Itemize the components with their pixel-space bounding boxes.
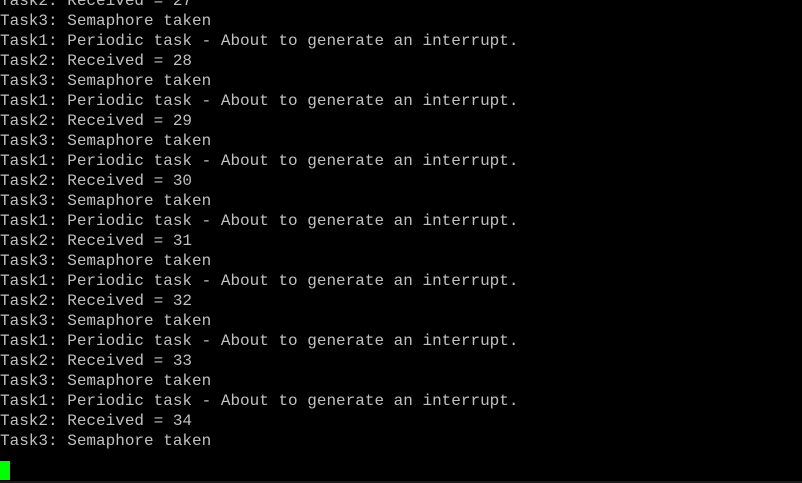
terminal-line: Task2: Received = 28	[0, 52, 193, 70]
terminal-line: Task1: Periodic task - About to generate…	[0, 212, 519, 230]
terminal-line: Task3: Semaphore taken	[0, 372, 212, 390]
terminal-line: Task1: Periodic task - About to generate…	[0, 332, 519, 350]
terminal-line: Task3: Semaphore taken	[0, 192, 212, 210]
terminal-line: Task1: Periodic task - About to generate…	[0, 392, 519, 410]
terminal-line: Task2: Received = 32	[0, 292, 193, 310]
terminal-line: Task1: Periodic task - About to generate…	[0, 152, 519, 170]
terminal-line: Task1: Periodic task - About to generate…	[0, 92, 519, 110]
terminal-line: Task3: Semaphore taken	[0, 252, 212, 270]
terminal-line: Task1: Periodic task - About to generate…	[0, 32, 519, 50]
terminal-line: Task3: Semaphore taken	[0, 432, 212, 450]
terminal-window[interactable]: Task2: Received = 27 Task3: Semaphore tak…	[0, 0, 802, 483]
terminal-line: Task1: Periodic task - About to generate…	[0, 272, 519, 290]
terminal-output: Task2: Received = 27 Task3: Semaphore tak…	[0, 0, 518, 460]
terminal-line: Task2: Received = 33	[0, 352, 193, 370]
terminal-line: Task3: Semaphore taken	[0, 12, 212, 30]
terminal-line: Task3: Semaphore taken	[0, 312, 212, 330]
terminal-line: Task2: Received = 34	[0, 412, 193, 430]
terminal-line: Task2: Received = 31	[0, 232, 193, 250]
terminal-line: Task2: Received = 30	[0, 172, 193, 190]
terminal-line: Task2: Received = 27	[0, 0, 193, 10]
terminal-cursor	[0, 461, 10, 480]
terminal-line: Task3: Semaphore taken	[0, 132, 212, 150]
terminal-line: Task2: Received = 29	[0, 112, 193, 130]
terminal-line: Task3: Semaphore taken	[0, 72, 212, 90]
